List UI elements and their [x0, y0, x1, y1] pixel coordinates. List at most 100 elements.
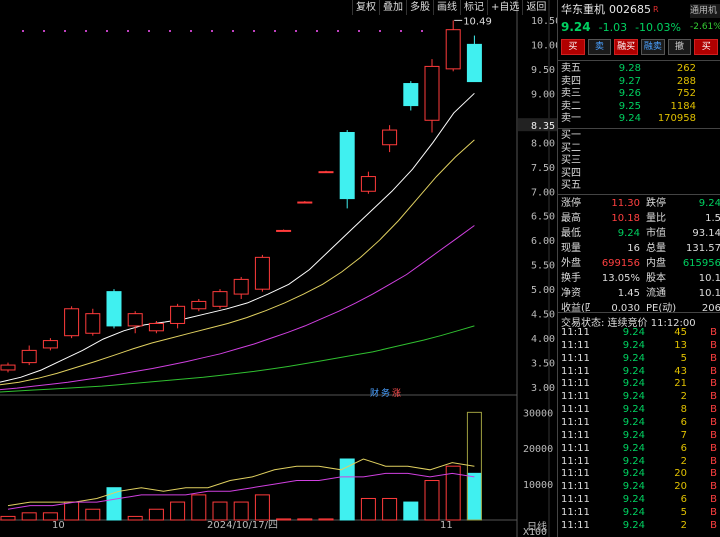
tape-side: B	[710, 339, 717, 351]
volume-bar	[403, 501, 419, 521]
bid-label: 买二	[561, 142, 581, 154]
ask-price: 9.24	[618, 113, 641, 125]
volume-bar	[318, 518, 334, 521]
bid-label: 买四	[561, 167, 581, 179]
bid-volume	[641, 130, 696, 143]
price-tick-label: 3.50	[531, 359, 555, 370]
toolbar-button-0[interactable]: 复权	[352, 0, 379, 15]
stat-label: 换手	[561, 273, 581, 284]
candle-body	[148, 322, 164, 332]
tape-side: B	[710, 352, 717, 364]
tape-row: 11:11 9.24 20 B	[558, 468, 720, 481]
candle-body	[424, 65, 440, 121]
tape-volume: 21	[674, 378, 687, 390]
bid-row[interactable]: 买一	[558, 130, 720, 143]
stats-row: 涨停 11.30 跌停 9.24	[558, 196, 720, 211]
trade-tape[interactable]: 11:11 9.24 45 B 11:11 9.24 13 B 11:11 9.24 5 B 11:11…	[558, 327, 720, 533]
ask-volume: 170958	[657, 113, 696, 125]
bid-price	[591, 168, 641, 181]
volume-tick-label: 30000	[523, 408, 553, 419]
ask-price: 9.26	[618, 88, 641, 100]
price-tick-label: 9.50	[531, 65, 555, 76]
bid-label: 买三	[561, 155, 581, 167]
ma5-line	[0, 92, 475, 383]
ask-price: 9.25	[618, 100, 641, 112]
period-label: 日线	[527, 520, 547, 533]
trade-button-1[interactable]: 卖	[587, 39, 612, 55]
trade-button-3[interactable]: 融卖	[641, 39, 665, 55]
volume-bar	[64, 501, 80, 521]
tape-price: 9.24	[622, 494, 645, 506]
marker-dot	[337, 30, 339, 32]
volume-bar	[276, 518, 292, 521]
quote-panel: 华东重机 002685 R 9.24 -1.03 -10.03% 买卖融买 融卖撤…	[557, 0, 720, 537]
candle-body	[106, 291, 122, 327]
tape-time: 11:11	[561, 417, 590, 429]
bid-row[interactable]: 买五	[558, 180, 720, 193]
stat-value: 10.18	[611, 213, 640, 224]
bid-row[interactable]: 买四	[558, 168, 720, 181]
ask-volume: 288	[676, 75, 696, 87]
toolbar-button-4[interactable]: 标记	[460, 0, 487, 15]
tape-price: 9.24	[622, 468, 645, 480]
stat-label: 最高	[561, 213, 581, 224]
ask-row[interactable]: 卖五 9.28 262	[558, 63, 720, 76]
ma10-line	[0, 139, 475, 386]
stat-value: 11.30	[611, 198, 640, 209]
ask-row[interactable]: 卖三 9.26 752	[558, 88, 720, 101]
stat-label: 涨停	[561, 198, 581, 209]
toolbar-button-5[interactable]: +自选	[487, 0, 522, 15]
toolbar-button-2[interactable]: 多股	[406, 0, 433, 15]
marker-dot	[43, 30, 45, 32]
last-price: 9.24	[561, 20, 591, 34]
stat-label: 股本	[646, 273, 666, 284]
candle-body	[191, 300, 207, 310]
trade-button-4[interactable]: 撤	[667, 39, 692, 55]
ask-row[interactable]: 卖一 9.24 170958	[558, 113, 720, 126]
bid-book: 买一 买二 买三 买四 买五	[558, 130, 720, 193]
tape-volume: 2	[680, 391, 687, 403]
ask-price: 9.27	[618, 75, 641, 87]
trade-button-2[interactable]: 融买	[614, 39, 639, 55]
marker-dot	[316, 30, 318, 32]
tape-time: 11:11	[561, 339, 590, 351]
price-tick-label: 6.00	[531, 236, 555, 247]
bid-row[interactable]: 买三	[558, 155, 720, 168]
stat-value: 9.24	[617, 228, 640, 239]
candle-body	[21, 349, 37, 364]
kline-chart[interactable]: 10.50 10.00 9.50 9.00 8.35 8.00 7.50 7.00 6.50 6.…	[0, 0, 557, 537]
toolbar-button-1[interactable]: 叠加	[379, 0, 406, 15]
price-tick-label: 4.00	[531, 334, 555, 345]
trade-button-0[interactable]: 买	[561, 39, 585, 55]
toolbar-button-3[interactable]: 画线	[433, 0, 460, 15]
tape-time: 11:11	[561, 455, 590, 467]
ask-row[interactable]: 卖二 9.25 1184	[558, 101, 720, 114]
bid-row[interactable]: 买二	[558, 143, 720, 156]
tape-price: 9.24	[622, 365, 645, 377]
candle-body	[276, 229, 292, 232]
candle-body	[382, 129, 398, 146]
candle-body	[170, 305, 186, 324]
tape-time: 11:11	[561, 494, 590, 506]
finance-tag: 涨	[392, 388, 401, 399]
volume-bar	[212, 501, 228, 521]
ask-price: 9.28	[618, 63, 641, 74]
sector-tag[interactable]: 通用机	[690, 4, 720, 18]
tape-price: 9.24	[622, 519, 645, 531]
price-tick-label: 7.00	[531, 187, 555, 198]
trade-button-5[interactable]: 买	[694, 39, 719, 55]
candle-body	[254, 256, 270, 290]
stat-value: 1.5	[705, 213, 720, 224]
candle-body	[233, 278, 249, 295]
volume-tick-label: 10000	[523, 480, 553, 491]
toolbar-button-6[interactable]: 返回	[522, 0, 549, 15]
ask-row[interactable]: 卖四 9.27 288	[558, 76, 720, 89]
tape-row: 11:11 9.24 5 B	[558, 353, 720, 366]
tape-time: 11:11	[561, 352, 590, 364]
finance-tag: 财	[370, 387, 379, 399]
trade-buttons: 买卖融买 融卖撤买	[558, 36, 720, 60]
marker-dot	[64, 30, 66, 32]
candle-body	[42, 340, 58, 349]
tape-row: 11:11 9.24 2 B	[558, 391, 720, 404]
candle-body	[403, 83, 419, 107]
